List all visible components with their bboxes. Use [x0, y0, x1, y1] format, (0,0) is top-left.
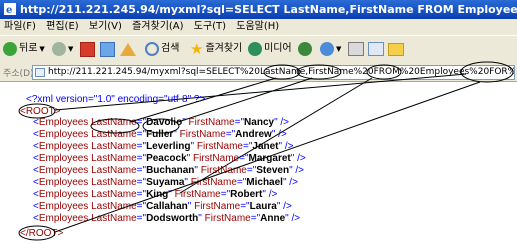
annotation-arrow-employees [179, 77, 373, 194]
annotation-arrow-lastname [129, 77, 277, 123]
annotation-oval-firstname [142, 118, 180, 134]
annotation-oval-url-root [460, 61, 514, 83]
annotation-oval-root-close [18, 225, 56, 241]
annotation-oval-url-employees [366, 64, 402, 80]
annotation-arrow-firstname [177, 77, 313, 123]
annotation-oval-url-lastname [263, 64, 301, 80]
annotation-oval-url-firstname [296, 64, 342, 80]
annotation-overlay [18, 61, 514, 241]
annotation-oval-root-open [18, 103, 56, 119]
annotation-arrow-root-open [54, 73, 467, 111]
